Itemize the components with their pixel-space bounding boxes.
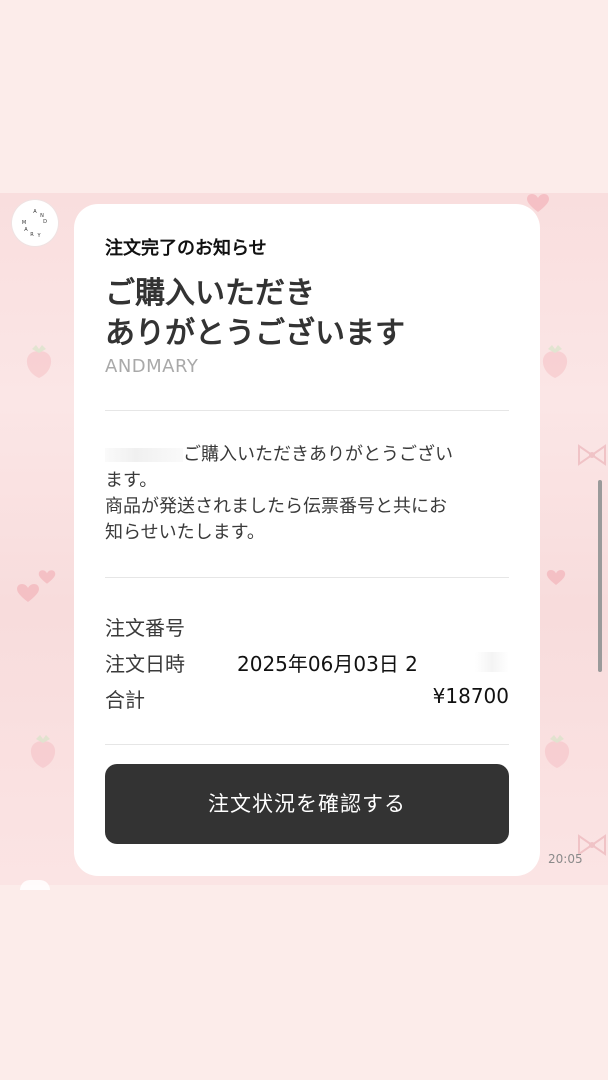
check-order-status-button[interactable]: 注文状況を確認する [105,764,509,844]
heart-icon [546,570,566,585]
message-timestamp: 20:05 [548,852,583,866]
total-value: ¥18700 [432,684,509,708]
card-title-line-1: ご購入いただき [105,276,315,311]
card-label: 注文完了のお知らせ [105,238,267,259]
order-complete-card: 注文完了のお知らせ ご購入いただき ありがとうございます ANDMARY ご購入… [74,204,540,876]
order-date-value: 2025年06月03日 2 [237,652,418,676]
redacted-name [105,448,183,462]
order-number-label: 注文番号 [105,616,185,640]
next-message-avatar [20,880,50,890]
message-line-2: ます。 [105,470,158,491]
message-line-1: ご購入いただきありがとうござい [105,442,509,468]
divider [105,577,509,578]
strawberry-icon [30,735,56,768]
heart-icon [38,570,56,584]
brand-name: ANDMARY [105,356,199,377]
message-line-1-text: ご購入いただきありがとうござい [183,444,453,465]
scrollbar[interactable] [598,480,602,672]
svg-text:A: A [33,209,37,215]
avatar[interactable]: A N D M A R Y [12,200,58,246]
andmary-logo-icon: A N D M A R Y [22,209,47,239]
total-label: 合計 [105,688,145,712]
svg-text:M: M [22,220,26,226]
strawberry-icon [26,345,52,378]
svg-text:D: D [43,219,47,225]
card-title-line-2: ありがとうございます [105,316,405,351]
svg-text:Y: Y [36,233,41,239]
divider [105,410,509,411]
order-date-label: 注文日時 [105,652,185,676]
redacted-time [475,652,509,672]
message-line-3: 商品が発送されましたら伝票番号と共にお [105,496,447,517]
heart-icon [17,584,39,602]
total-row: 合計 ¥18700 [105,684,509,714]
message-line-4: 知らせいたします。 [105,522,265,543]
ribbon-icon [578,444,606,466]
order-message: ご購入いただきありがとうござい ます。 商品が発送されましたら伝票番号と共にお … [105,442,509,546]
strawberry-icon [544,735,570,768]
divider [105,744,509,745]
svg-text:A: A [24,227,28,233]
order-number-row: 注文番号 [105,612,509,642]
card-title: ご購入いただき ありがとうございます [105,274,515,354]
strawberry-icon [542,345,568,378]
svg-text:R: R [30,232,34,238]
order-date-row: 注文日時 2025年06月03日 2 [105,648,509,678]
